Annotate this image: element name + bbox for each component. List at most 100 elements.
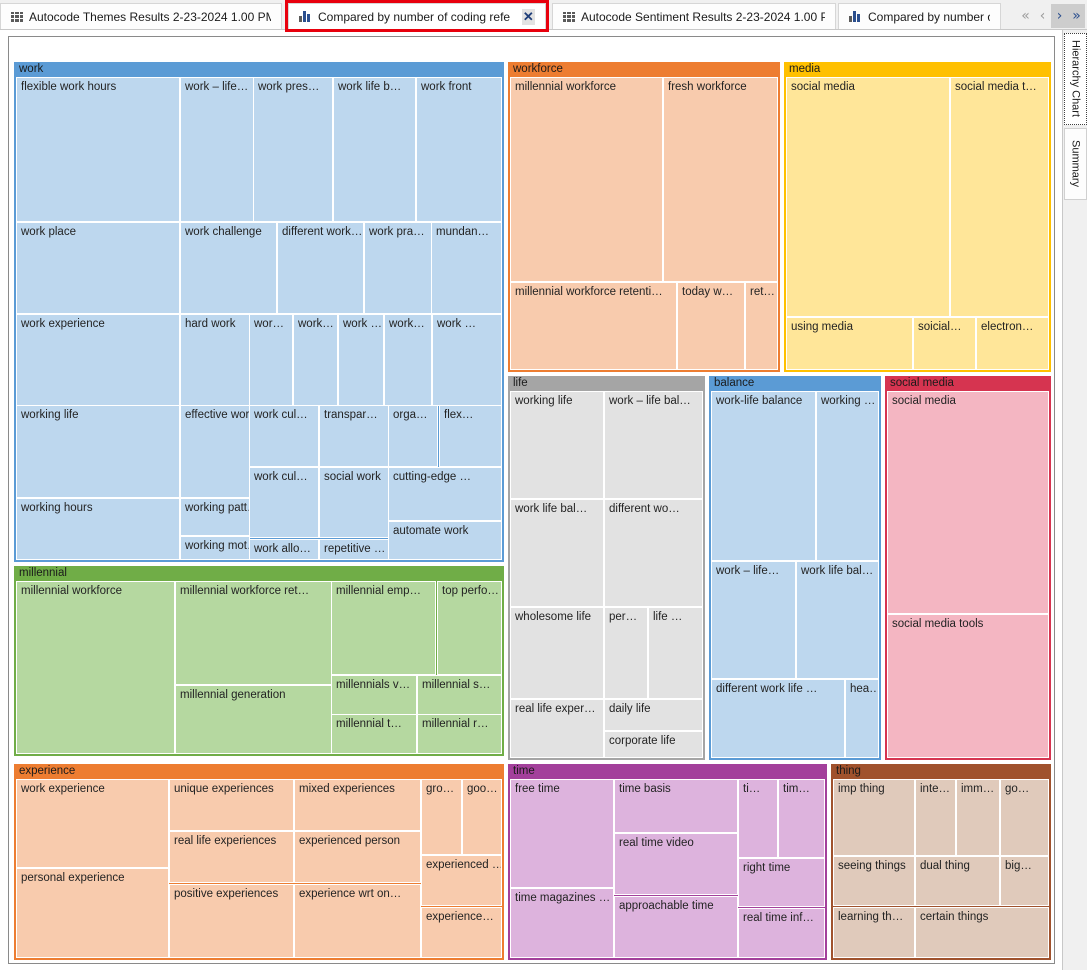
treemap-cell[interactable]: millennial emp… [331, 581, 436, 675]
treemap-cell[interactable]: automate work [388, 521, 502, 560]
treemap-cell[interactable]: learning th… [833, 907, 915, 958]
treemap-cell[interactable]: work allo… [249, 539, 319, 560]
treemap-cell[interactable]: work place [16, 222, 180, 314]
treemap-cell[interactable]: millennials v… [331, 675, 417, 715]
treemap-cell[interactable]: flexible work hours [16, 77, 180, 222]
next-tab-icon[interactable]: › [1051, 4, 1068, 28]
treemap-cell[interactable]: fresh workforce [663, 77, 778, 282]
treemap-cell[interactable]: work cul… [249, 467, 319, 538]
treemap-group-work[interactable]: work flexible work hours work – life… work … [14, 62, 504, 562]
treemap-cell[interactable]: inte… [915, 779, 956, 856]
first-tab-icon[interactable]: « [1017, 4, 1034, 28]
treemap-cell[interactable]: mixed experiences [294, 779, 421, 831]
treemap-cell[interactable]: different work life … [711, 679, 845, 758]
treemap-cell[interactable]: work… [384, 314, 432, 406]
treemap-group-workforce[interactable]: workforce millennial workforce fresh workf… [508, 62, 780, 372]
treemap-group-media[interactable]: media social media social media t… using me… [784, 62, 1051, 372]
treemap-cell[interactable]: experience… [421, 907, 502, 958]
treemap-cell[interactable]: different wo… [604, 499, 703, 607]
treemap-cell[interactable]: real life experiences [169, 831, 294, 883]
treemap-cell[interactable]: ti… [738, 779, 778, 858]
treemap-cell[interactable]: certain things [915, 907, 1049, 958]
treemap-cell[interactable]: work experience [16, 314, 180, 406]
treemap-cell[interactable]: millennial r… [417, 714, 502, 754]
treemap-cell[interactable]: cutting-edge … [388, 467, 502, 521]
treemap-cell[interactable]: daily life [604, 699, 703, 731]
tab-compared-by-number-of-sentiment[interactable]: Compared by number of sei [838, 3, 1001, 29]
treemap-cell[interactable]: work life bal… [796, 561, 879, 679]
treemap-cell[interactable]: go… [1000, 779, 1049, 856]
treemap-cell[interactable]: using media [786, 317, 913, 370]
treemap-cell[interactable]: experienced person [294, 831, 421, 883]
treemap-cell[interactable]: today w… [677, 282, 745, 370]
treemap-cell[interactable]: big… [1000, 856, 1049, 906]
treemap-cell[interactable]: different work… [277, 222, 364, 314]
treemap-cell[interactable]: millennial workforce [16, 581, 175, 754]
treemap-cell[interactable]: work – life… [180, 77, 254, 222]
treemap-cell[interactable]: unique experiences [169, 779, 294, 831]
treemap-cell[interactable]: social media tools [887, 614, 1049, 758]
close-icon[interactable]: ✕ [521, 8, 535, 25]
treemap-cell[interactable]: corporate life [604, 731, 703, 758]
treemap-cell[interactable]: time magazines … [510, 888, 614, 958]
treemap-cell[interactable]: work pra… [364, 222, 432, 314]
treemap-cell[interactable]: personal experience [16, 868, 169, 958]
treemap-cell[interactable]: tim… [778, 779, 825, 858]
treemap-cell[interactable]: wholesome life [510, 607, 604, 699]
treemap-group-life[interactable]: life working life work – life bal… work lif… [508, 376, 705, 760]
treemap-cell[interactable]: seeing things [833, 856, 915, 906]
treemap-cell[interactable]: effective wor… [180, 405, 250, 498]
treemap-cell[interactable]: social media [887, 391, 1049, 614]
treemap-group-experience[interactable]: experience work experience personal experi… [14, 764, 504, 960]
treemap-cell[interactable]: social media [786, 77, 950, 317]
treemap-cell[interactable]: working life [510, 391, 604, 499]
treemap-cell[interactable]: orga… [388, 405, 438, 467]
treemap-cell[interactable]: millennial s… [417, 675, 502, 715]
treemap-cell[interactable]: working … [816, 391, 879, 561]
treemap-cell[interactable]: work… [293, 314, 338, 406]
treemap-cell[interactable]: work – life bal… [604, 391, 703, 499]
treemap-cell[interactable]: work cul… [249, 405, 319, 467]
treemap-cell[interactable]: wor… [249, 314, 293, 406]
treemap-cell[interactable]: hard work [180, 314, 250, 406]
prev-tab-icon[interactable]: ‹ [1034, 4, 1051, 28]
treemap-cell[interactable]: life … [648, 607, 703, 699]
side-tab-hierarchy-chart[interactable]: Hierarchy Chart [1064, 33, 1087, 125]
treemap-cell[interactable]: free time [510, 779, 614, 888]
tab-autocode-themes-results[interactable]: Autocode Themes Results 2-23-2024 1.00 P… [0, 3, 282, 29]
treemap-cell[interactable]: work life b… [333, 77, 416, 222]
treemap-cell[interactable]: right time [738, 858, 825, 907]
treemap-cell[interactable]: time basis [614, 779, 738, 833]
treemap-cell[interactable]: work – life… [711, 561, 796, 679]
treemap-cell[interactable]: positive experiences [169, 884, 294, 958]
treemap-cell[interactable]: imm… [956, 779, 1000, 856]
treemap-group-time[interactable]: time free time time magazines … time basis r… [508, 764, 827, 960]
treemap-cell[interactable]: working mot… [180, 536, 250, 560]
treemap-cell[interactable]: imp thing [833, 779, 915, 856]
treemap-cell[interactable]: work front [416, 77, 502, 222]
treemap-cell[interactable]: millennial generation [175, 685, 332, 754]
treemap-cell[interactable]: soicial… [913, 317, 976, 370]
treemap-cell[interactable]: millennial workforce retenti… [510, 282, 677, 370]
tab-autocode-sentiment-results[interactable]: Autocode Sentiment Results 2-23-2024 1.0… [552, 3, 836, 29]
treemap-cell[interactable]: working life [16, 405, 180, 498]
treemap-cell[interactable]: dual thing [915, 856, 1000, 906]
last-tab-icon[interactable]: » [1068, 4, 1085, 28]
treemap-cell[interactable]: work … [338, 314, 384, 406]
treemap-cell[interactable]: work life bal… [510, 499, 604, 607]
treemap-cell[interactable]: social work [319, 467, 389, 538]
treemap-cell[interactable]: electron… [976, 317, 1049, 370]
treemap-cell[interactable]: working patt… [180, 498, 250, 536]
treemap-cell[interactable]: mundan… [431, 222, 502, 314]
treemap-cell[interactable]: approachable time [614, 896, 738, 958]
treemap-cell[interactable]: millennial t… [331, 714, 417, 754]
treemap-cell[interactable]: work … [432, 314, 502, 406]
treemap-cell[interactable]: real life exper… [510, 699, 604, 758]
treemap-group-millennial[interactable]: millennial millennial workforce millennial… [14, 566, 504, 756]
tab-compared-by-coding-references[interactable]: Compared by number of coding references … [285, 0, 549, 32]
side-tab-summary[interactable]: Summary [1064, 128, 1087, 200]
treemap-cell[interactable]: millennial workforce ret… [175, 581, 332, 685]
treemap-cell[interactable]: working hours [16, 498, 180, 560]
treemap-cell[interactable]: real time video [614, 833, 738, 895]
treemap-cell[interactable]: work-life balance [711, 391, 816, 561]
